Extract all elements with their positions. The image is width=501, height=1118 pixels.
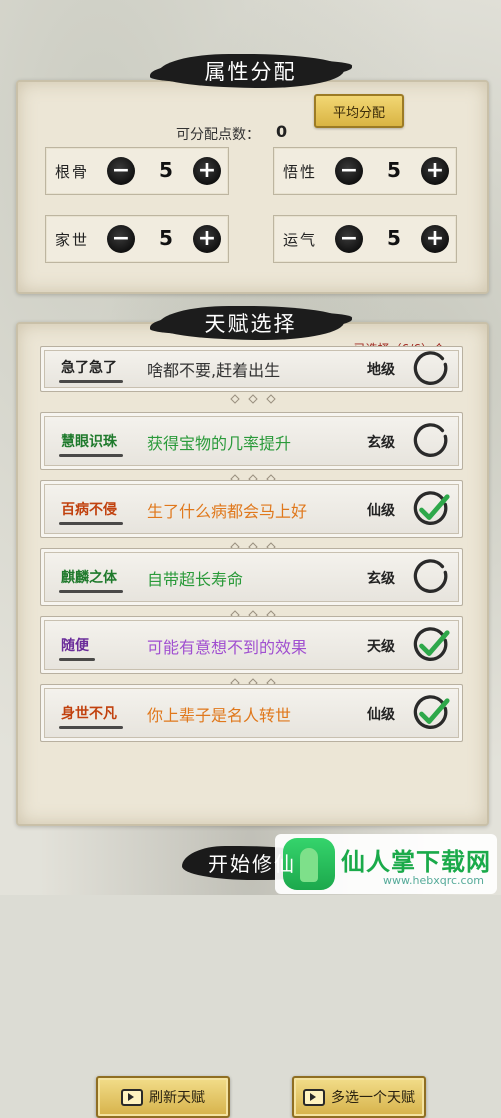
plus-button[interactable]: +	[193, 157, 221, 185]
distribute-evenly-button[interactable]: 平均分配	[314, 94, 404, 128]
minus-button[interactable]: −	[107, 225, 135, 253]
empty-circle-icon[interactable]	[413, 351, 451, 389]
attr-box-jiashi: 家世 − 5 +	[45, 215, 229, 263]
talent-row[interactable]: 急了急了 啥都不要,赶着出生 地级	[40, 346, 463, 392]
talent-title-text: 天赋选择	[204, 312, 297, 336]
extra-pick-label: 多选一个天赋	[331, 1090, 415, 1106]
talent-name: 身世不凡	[59, 703, 123, 729]
watermark-title: 仙人掌下载网	[341, 848, 491, 876]
minus-button[interactable]: −	[335, 225, 363, 253]
plus-button[interactable]: +	[421, 225, 449, 253]
watermark: 仙人掌下载网 www.hebxqrc.com	[275, 834, 497, 894]
attr-value: 5	[387, 226, 401, 250]
talent-title: 天赋选择	[157, 300, 344, 346]
check-icon[interactable]	[413, 491, 451, 529]
talent-desc: 啥都不要,赶着出生	[147, 361, 281, 380]
attr-box-wuxing: 悟性 − 5 +	[273, 147, 457, 195]
talent-name: 麒麟之体	[59, 567, 123, 593]
start-label: 开始修仙	[208, 851, 296, 876]
empty-circle-icon[interactable]	[413, 559, 451, 597]
talent-grade: 仙级	[367, 503, 395, 519]
attr-box-gengu: 根骨 − 5 +	[45, 147, 229, 195]
attr-value: 5	[387, 158, 401, 182]
attr-name: 悟性	[283, 163, 318, 181]
attr-name: 家世	[55, 231, 90, 249]
talent-panel: 已选择（6/6）个 急了急了啥都不要,赶着出生地级慧眼识珠获得宝物的几率提升玄级…	[16, 322, 489, 1118]
talent-row[interactable]: 随便 可能有意想不到的效果 天级	[40, 616, 463, 674]
talent-desc: 获得宝物的几率提升	[147, 434, 292, 453]
minus-button[interactable]: −	[107, 157, 135, 185]
talent-grade: 天级	[367, 639, 395, 655]
watermark-url: www.hebxqrc.com	[383, 874, 485, 887]
empty-circle-icon[interactable]	[413, 423, 451, 461]
talent-grade: 玄级	[367, 571, 395, 587]
talent-grade: 仙级	[367, 707, 395, 723]
attr-box-yunqi: 运气 − 5 +	[273, 215, 457, 263]
talent-desc: 可能有意想不到的效果	[147, 638, 308, 657]
talent-name: 百病不侵	[59, 499, 123, 525]
talent-row[interactable]: 身世不凡 你上辈子是名人转世 仙级	[40, 684, 463, 742]
talent-row[interactable]: 麒麟之体 自带超长寿命 玄级	[40, 548, 463, 606]
plus-button[interactable]: +	[193, 225, 221, 253]
diamond-divider-icon	[229, 394, 276, 404]
attr-value: 5	[159, 226, 173, 250]
talent-desc: 你上辈子是名人转世	[147, 706, 292, 725]
talent-row[interactable]: 慧眼识珠 获得宝物的几率提升 玄级	[40, 412, 463, 470]
minus-button[interactable]: −	[335, 157, 363, 185]
talent-name: 慧眼识珠	[59, 431, 123, 457]
extra-pick-button[interactable]: 多选一个天赋	[292, 1076, 426, 1118]
check-icon[interactable]	[413, 627, 451, 665]
talent-desc: 自带超长寿命	[147, 570, 244, 589]
attributes-title-text: 属性分配	[204, 60, 297, 84]
talent-grade: 玄级	[367, 435, 395, 451]
video-icon	[303, 1088, 325, 1106]
points-value: 0	[276, 122, 288, 141]
check-icon[interactable]	[413, 695, 451, 733]
talent-name: 随便	[59, 635, 95, 661]
attributes-title: 属性分配	[157, 48, 344, 94]
refresh-talents-button[interactable]: 刷新天赋	[96, 1076, 230, 1118]
attr-name: 运气	[283, 231, 318, 249]
points-row: 可分配点数： 0	[18, 112, 487, 152]
points-label: 可分配点数：	[176, 127, 260, 143]
attr-value: 5	[159, 158, 173, 182]
talent-desc: 生了什么病都会马上好	[147, 502, 308, 521]
attr-name: 根骨	[55, 163, 90, 181]
plus-button[interactable]: +	[421, 157, 449, 185]
refresh-label: 刷新天赋	[149, 1090, 205, 1106]
talent-grade: 地级	[367, 362, 395, 378]
talent-row[interactable]: 百病不侵 生了什么病都会马上好 仙级	[40, 480, 463, 538]
attributes-panel: 可分配点数： 0 平均分配 根骨 − 5 + 悟性 − 5 + 家世 − 5 +…	[16, 80, 489, 294]
talent-name: 急了急了	[59, 357, 123, 383]
video-icon	[121, 1088, 143, 1106]
